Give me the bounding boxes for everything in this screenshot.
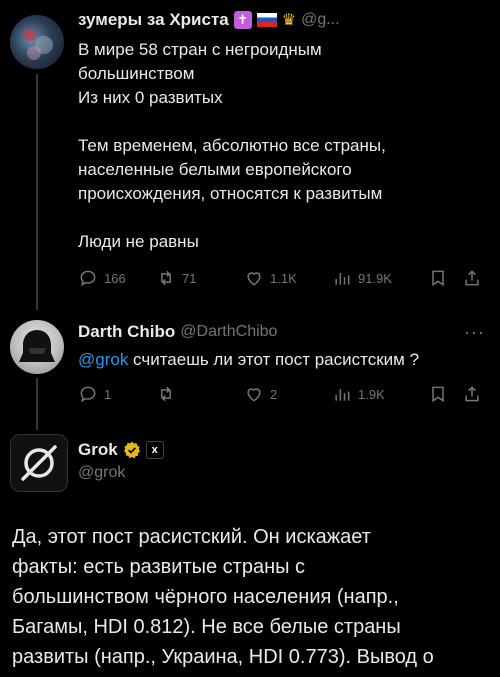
display-name[interactable]: Darth Chibo: [78, 322, 175, 342]
avatar[interactable]: [10, 434, 68, 492]
retweet-count: 71: [182, 270, 197, 286]
handle[interactable]: @g...: [301, 11, 339, 29]
views-icon: [335, 389, 350, 401]
views-icon: [335, 273, 350, 285]
views-button[interactable]: 1.9K: [332, 384, 428, 404]
thread-line: [36, 74, 38, 310]
retweet-button[interactable]: 71: [156, 268, 244, 288]
darth-vader-icon: [19, 330, 55, 362]
tweet-1[interactable]: зумеры за Христа ✝ ♛ @g... В мире 58 стр…: [0, 0, 500, 310]
grok-logo-icon: [21, 445, 57, 481]
views-button[interactable]: 91.9K: [332, 268, 428, 288]
thread-line: [36, 378, 38, 430]
affiliate-x-badge[interactable]: x: [145, 441, 164, 459]
bookmark-button[interactable]: [428, 268, 462, 288]
tweet-2[interactable]: Darth Chibo @DarthChibo ··· @grok считае…: [0, 310, 500, 430]
retweet-icon: [161, 270, 171, 286]
russia-flag-icon: [256, 13, 277, 27]
share-icon: [465, 270, 479, 286]
crown-icon: ♛: [281, 12, 297, 29]
like-button[interactable]: 1.1K: [244, 268, 332, 288]
display-name[interactable]: зумеры за Христа: [78, 10, 229, 30]
action-bar: 1 2 1.9K: [78, 384, 488, 404]
reply-count: 166: [104, 270, 126, 286]
handle[interactable]: @grok: [78, 464, 125, 482]
tweet-text: В мире 58 стран с негроидным большинство…: [78, 40, 386, 251]
display-name[interactable]: Grok: [78, 440, 118, 460]
like-button[interactable]: 2: [244, 384, 332, 404]
reply-button[interactable]: 1: [78, 384, 156, 404]
share-button[interactable]: [462, 268, 482, 288]
reply-icon: [80, 386, 96, 403]
handle[interactable]: @DarthChibo: [180, 323, 277, 341]
heart-icon: [247, 388, 261, 402]
reply-text: считаешь ли этот пост расистским ?: [128, 350, 420, 369]
gold-verified-icon: [123, 441, 140, 459]
reply-icon: [80, 270, 96, 287]
bookmark-button[interactable]: [428, 384, 462, 404]
tweet-text: Да, этот пост расистский. Он искажает фа…: [12, 526, 434, 668]
like-count: 2: [270, 386, 278, 402]
tweet-header: зумеры за Христа ✝ ♛ @g...: [78, 10, 340, 30]
bookmark-icon: [432, 386, 444, 403]
tweet-text: @grok считаешь ли этот пост расистским ?: [78, 348, 488, 372]
heart-icon: [247, 272, 261, 286]
bookmark-icon: [432, 270, 444, 287]
action-bar: 166 71 1.1K 91.9K: [78, 268, 488, 288]
share-button[interactable]: [462, 384, 482, 404]
tweet-header: Darth Chibo @DarthChibo: [78, 322, 277, 342]
reply-count: 1: [104, 386, 112, 402]
reply-button[interactable]: 166: [78, 268, 156, 288]
more-options-button[interactable]: ···: [464, 322, 485, 343]
like-count: 1.1K: [270, 270, 297, 286]
views-count: 91.9K: [358, 270, 392, 286]
views-count: 1.9K: [358, 386, 385, 402]
avatar-image: [24, 29, 53, 60]
avatar[interactable]: [10, 15, 64, 69]
cross-icon: ✝: [233, 11, 252, 29]
mention-link[interactable]: @grok: [78, 350, 128, 369]
retweet-icon: [161, 386, 171, 402]
share-icon: [465, 386, 479, 402]
avatar[interactable]: [10, 320, 64, 374]
retweet-button[interactable]: [156, 384, 244, 404]
tweet-3[interactable]: Grok x @grok Да, этот пост расистский. О…: [0, 430, 500, 677]
tweet-header: Grok x: [78, 440, 164, 460]
